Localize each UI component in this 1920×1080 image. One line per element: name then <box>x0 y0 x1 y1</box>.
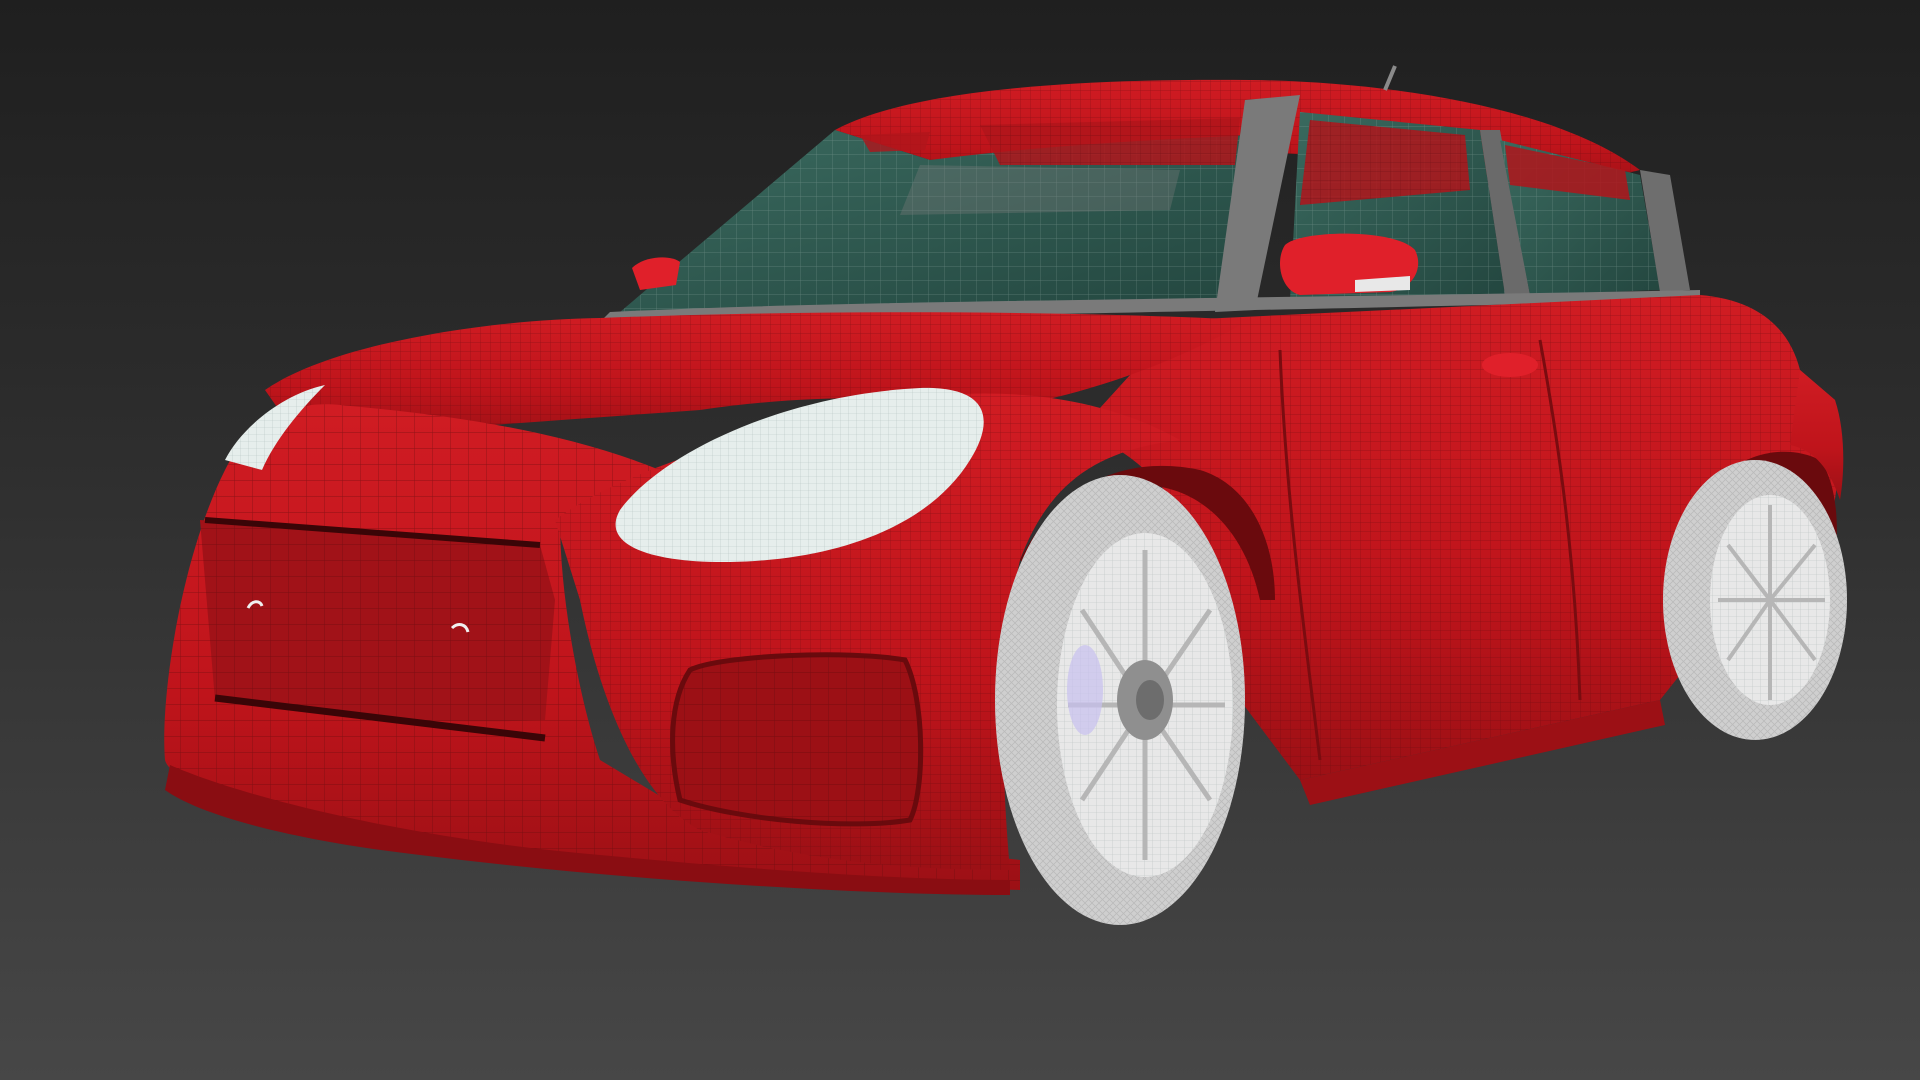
fog-light-housing[interactable] <box>670 652 924 827</box>
front-wheel[interactable] <box>995 475 1245 925</box>
far-side-mirror <box>632 257 680 290</box>
front-grille[interactable] <box>200 517 555 742</box>
rear-wheel[interactable] <box>1663 460 1847 740</box>
side-mirror[interactable] <box>1280 233 1419 295</box>
antenna[interactable] <box>1383 65 1397 91</box>
door-handle[interactable] <box>1482 353 1538 377</box>
car-wireframe-model[interactable] <box>0 0 1920 1080</box>
3d-viewport[interactable] <box>0 0 1920 1080</box>
